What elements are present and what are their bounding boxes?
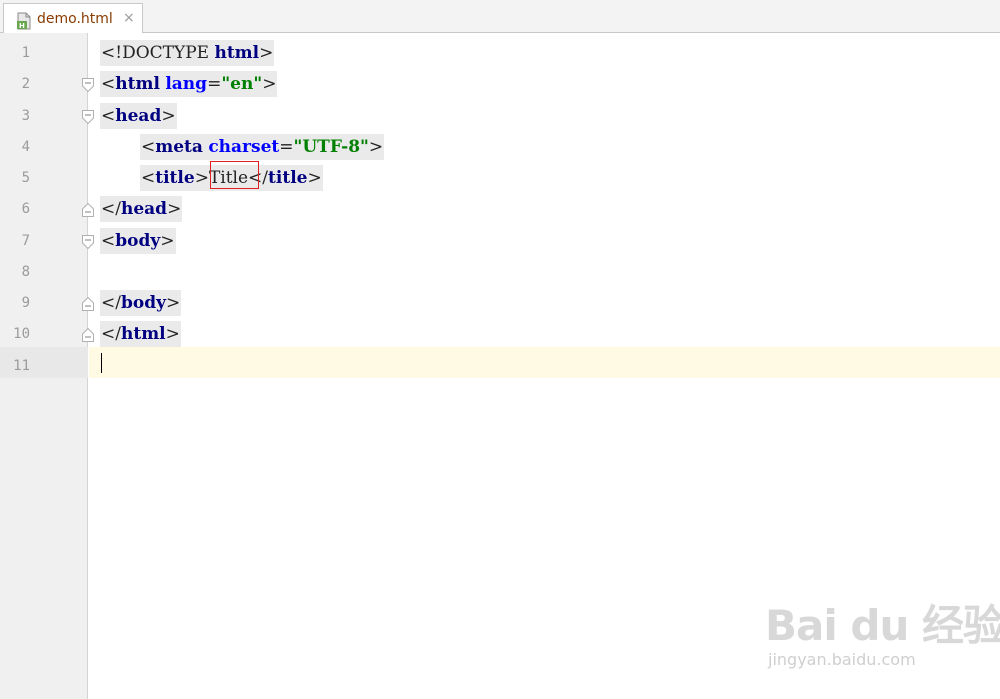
watermark-url: jingyan.baidu.com	[768, 650, 916, 669]
code-punctuation: >	[161, 106, 176, 126]
code-tag-name: title	[268, 168, 308, 188]
tab-filename: demo.html	[37, 11, 113, 27]
fold-collapse-icon[interactable]	[82, 234, 94, 250]
code-line[interactable]: <head>	[100, 103, 177, 129]
code-string: "en"	[221, 74, 263, 94]
code-line[interactable]: <body>	[100, 228, 176, 254]
tab-bar: H demo.html ×	[0, 0, 1000, 33]
line-number: 2	[21, 76, 30, 92]
code-punctuation: >	[259, 43, 274, 63]
code-punctuation: >	[165, 293, 181, 313]
code-punctuation: >	[160, 231, 175, 251]
code-attribute: charset	[208, 137, 280, 157]
code-punctuation: <	[141, 137, 156, 157]
svg-text:H: H	[19, 22, 25, 30]
tab-close-icon[interactable]: ×	[123, 10, 135, 26]
html-file-icon: H	[16, 12, 32, 30]
line-number: 3	[21, 108, 30, 124]
fold-end-icon[interactable]	[82, 327, 94, 342]
code-punctuation: =	[207, 74, 222, 94]
code-punctuation: <	[101, 74, 116, 94]
current-line-highlight	[89, 347, 1000, 378]
code-punctuation: >	[262, 74, 277, 94]
fold-end-icon[interactable]	[82, 202, 94, 217]
code-string: "UTF-8"	[293, 137, 369, 157]
code-punctuation: =	[279, 137, 294, 157]
code-punctuation: >	[307, 168, 322, 188]
code-tag-name: body	[120, 293, 166, 313]
code-attribute: lang	[165, 74, 208, 94]
code-punctuation: <	[101, 231, 116, 251]
line-number: 8	[21, 264, 30, 280]
line-number: 1	[21, 45, 30, 61]
line-number: 11	[13, 358, 30, 374]
code-punctuation: <	[141, 168, 156, 188]
code-tag-name: html	[120, 324, 166, 344]
code-line[interactable]: <!DOCTYPE html>	[100, 40, 275, 66]
line-number: 7	[21, 233, 30, 249]
watermark-brand: Bai du 经验	[765, 601, 1000, 650]
code-punctuation: >	[194, 168, 209, 188]
line-number: 10	[13, 326, 30, 342]
line-number: 9	[21, 295, 30, 311]
code-tag-name: html	[115, 74, 160, 94]
fold-collapse-icon[interactable]	[82, 77, 94, 93]
code-tag-name: head	[115, 106, 162, 126]
code-tag-name: meta	[155, 137, 203, 157]
code-punctuation: </	[101, 293, 121, 313]
fold-collapse-icon[interactable]	[82, 109, 94, 125]
code-punctuation: >	[167, 199, 182, 219]
code-line[interactable]: </body>	[100, 290, 182, 316]
code-punctuation: </	[101, 324, 121, 344]
fold-end-icon[interactable]	[82, 296, 94, 311]
code-line[interactable]: </html>	[100, 321, 181, 347]
code-punctuation: >	[165, 324, 180, 344]
line-number: 4	[21, 139, 30, 155]
code-punctuation: <	[101, 106, 116, 126]
code-line[interactable]: <html lang="en">	[100, 71, 278, 97]
code-tag-name: title	[155, 168, 195, 188]
title-highlight-box	[210, 161, 259, 189]
code-line[interactable]: </head>	[100, 196, 183, 222]
tab-demo-html[interactable]: H demo.html ×	[3, 3, 143, 33]
code-tag-name: body	[115, 231, 161, 251]
line-number: 6	[21, 201, 30, 217]
code-line[interactable]	[100, 259, 102, 285]
code-punctuation: <!DOCTYPE	[101, 43, 215, 63]
code-punctuation: >	[368, 137, 384, 157]
code-tag-name: html	[214, 43, 260, 63]
line-number: 5	[21, 170, 30, 186]
code-punctuation: </	[101, 199, 121, 219]
code-line[interactable]: <meta charset="UTF-8">	[140, 134, 385, 160]
text-caret	[101, 353, 102, 373]
code-tag-name: head	[120, 199, 168, 219]
